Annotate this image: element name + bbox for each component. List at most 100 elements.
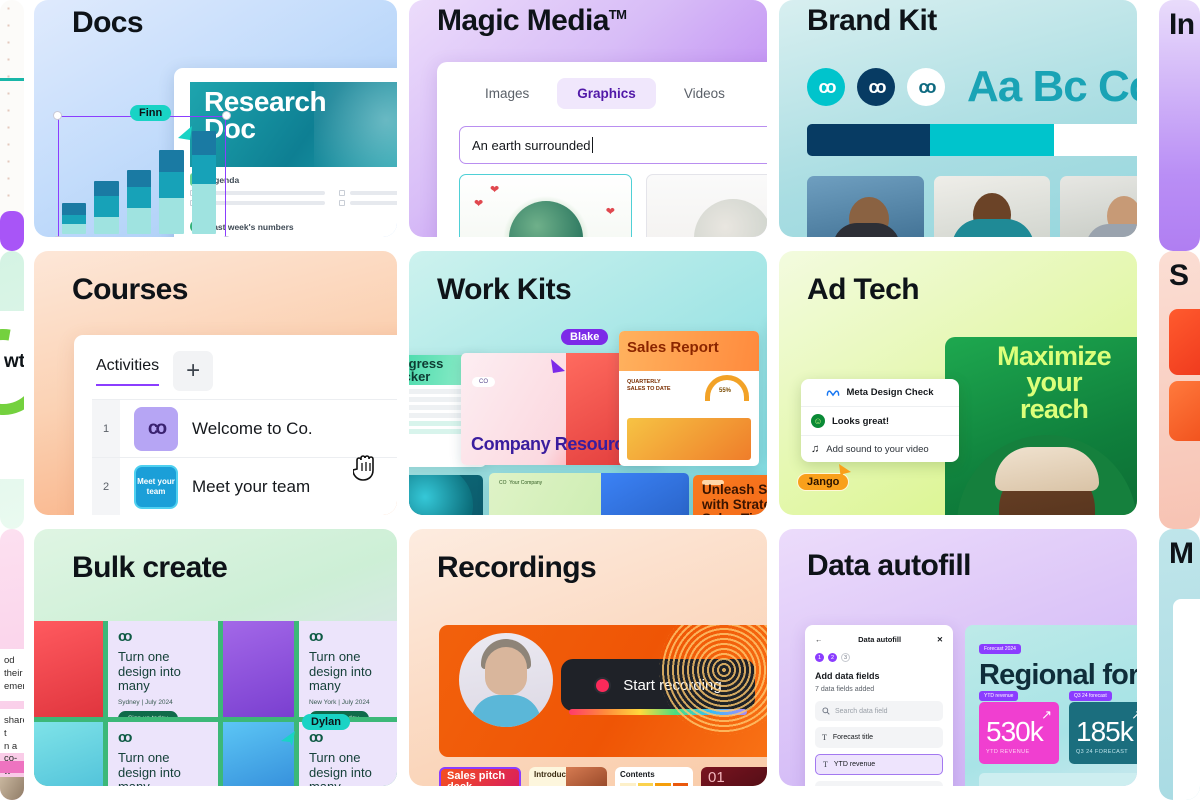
person-torso bbox=[1086, 224, 1137, 237]
back-icon[interactable]: ← bbox=[815, 635, 823, 644]
collaborator-tag-dylan[interactable]: Dylan bbox=[302, 714, 350, 730]
card-bulk-create[interactable]: Bulk create co Turn one design into many… bbox=[34, 529, 397, 786]
meta-design-check-popover[interactable]: Meta Design Check ☺ Looks great! ♫ Add s… bbox=[801, 379, 959, 462]
card-title-courses: Courses bbox=[72, 273, 188, 306]
heart-icon: ❤ bbox=[605, 206, 615, 218]
brand-photo-2[interactable] bbox=[933, 176, 1051, 237]
panel-subtext: 7 data fields added bbox=[815, 686, 875, 693]
sales-sub-2: SALES TO DATE bbox=[627, 386, 671, 393]
card-magic-media[interactable]: Magic MediaTM Images Graphics Videos An … bbox=[409, 0, 767, 237]
magic-media-tabs: Images Graphics Videos bbox=[437, 62, 767, 109]
work-kit-onboarding[interactable]: CO Your Company NEW EMPLOYEE ONBOARDING … bbox=[489, 473, 689, 515]
bulk-text-cell[interactable]: co Turn one design into many Sydney | Ju… bbox=[107, 621, 218, 717]
docs-bar-chart[interactable] bbox=[52, 111, 231, 237]
card-docs[interactable]: Docs Research Doc Agenda Last week's num… bbox=[34, 0, 397, 237]
pink-doc-line-1: od their bbox=[4, 655, 23, 679]
card-brand-kit[interactable]: Brand Kit co co co Aa Bc Cc bbox=[779, 0, 1137, 237]
person-torso bbox=[952, 218, 1034, 237]
ad-creative-preview[interactable]: Maximize your reach bbox=[945, 337, 1137, 515]
recording-thumb-1-label: Sales pitch deck bbox=[447, 770, 506, 787]
brand-photo-3[interactable] bbox=[1060, 176, 1137, 237]
collaborator-tag-finn[interactable]: Finn bbox=[130, 105, 172, 121]
data-field-forecast-title[interactable]: T Forecast title bbox=[815, 727, 943, 748]
social-post-2[interactable] bbox=[1169, 381, 1200, 441]
tab-activities[interactable]: Activities bbox=[96, 357, 160, 386]
step-2[interactable]: 2 bbox=[828, 653, 837, 662]
work-kit-unleash[interactable]: Unleash Success with Strategic Sales Tip… bbox=[693, 475, 767, 515]
recording-thumb-2[interactable]: Introduction bbox=[529, 767, 607, 786]
search-icon bbox=[822, 707, 830, 715]
card-title-magic-media: Magic MediaTM bbox=[437, 4, 627, 38]
step-1[interactable]: 1 bbox=[815, 653, 824, 662]
magic-media-title-text: Magic Media bbox=[437, 4, 609, 37]
stat-ytd-revenue[interactable]: YTD revenue ↗ 530k YTD REVENUE bbox=[979, 691, 1059, 764]
grab-hand-cursor-icon bbox=[353, 455, 374, 481]
swatch-cyan[interactable] bbox=[930, 124, 1054, 156]
card-ad-tech[interactable]: Ad Tech Maximize your reach Meta Design … bbox=[779, 251, 1137, 515]
company-resources-text: Company Resources bbox=[471, 433, 644, 454]
bulk-photo-cell[interactable] bbox=[34, 722, 103, 786]
edge-card-growth[interactable]: wth bbox=[0, 251, 24, 529]
edge-card-pink-doc[interactable]: od their ement shares t n a co-w bbox=[0, 529, 24, 800]
edge-card-mockups[interactable]: M bbox=[1159, 529, 1200, 800]
swatch-navy[interactable] bbox=[807, 124, 931, 156]
edge-card-whiteboard[interactable] bbox=[0, 0, 24, 251]
bulk-photo-cell[interactable] bbox=[223, 621, 294, 717]
selection-box[interactable] bbox=[58, 116, 226, 237]
popover-item-add-sound[interactable]: ♫ Add sound to your video bbox=[801, 435, 959, 462]
recording-thumb-3[interactable]: Contents bbox=[615, 767, 693, 786]
card-recordings[interactable]: Recordings Start recording Sales pitch d… bbox=[409, 529, 767, 786]
generated-image-2[interactable] bbox=[646, 174, 767, 237]
prompt-input-value: An earth surrounded bbox=[472, 137, 591, 153]
selection-handle-tr[interactable] bbox=[222, 111, 231, 120]
stat-q3-forecast[interactable]: Q3 24 forecast ↗ 185k Q3 24 FORECAST bbox=[1069, 691, 1137, 764]
tab-videos[interactable]: Videos bbox=[664, 78, 745, 109]
search-data-field-input[interactable]: Search data field bbox=[815, 701, 943, 721]
bulk-photo-cell[interactable] bbox=[34, 621, 103, 717]
data-field-image[interactable]: ▣ Image bbox=[815, 781, 943, 786]
popover-header: Meta Design Check bbox=[801, 379, 959, 406]
search-placeholder: Search data field bbox=[835, 707, 888, 715]
bulk-cta-button[interactable]: Sign up today bbox=[117, 710, 178, 717]
card-work-kits[interactable]: Work Kits Progress tracker CO Compa bbox=[409, 251, 767, 515]
work-kit-teal-cover[interactable] bbox=[409, 475, 483, 515]
avatar-head bbox=[485, 647, 527, 695]
bulk-logo: co bbox=[308, 729, 324, 746]
course-list-item[interactable]: 2 Meet your team Meet your team bbox=[92, 457, 397, 515]
selection-handle-tl[interactable] bbox=[53, 111, 62, 120]
checkbox-icon[interactable] bbox=[339, 200, 345, 206]
step-3[interactable]: 3 bbox=[841, 653, 850, 662]
social-post-1[interactable] bbox=[1169, 309, 1200, 375]
data-field-ytd-revenue[interactable]: T YTD revenue bbox=[815, 754, 943, 775]
card-data-autofill[interactable]: Data autofill ← Data autofill ✕ 1 2 3 Ad… bbox=[779, 529, 1137, 786]
growth-word: wth bbox=[4, 351, 24, 372]
edge-card-social[interactable]: S bbox=[1159, 251, 1200, 529]
brand-color-swatches[interactable] bbox=[807, 124, 1137, 156]
pink-doc-text-1: od their ement bbox=[0, 649, 24, 701]
close-icon[interactable]: ✕ bbox=[937, 635, 943, 644]
generated-image-1[interactable]: ❤ ❤ ❤ bbox=[459, 174, 632, 237]
bulk-text-cell[interactable]: co Turn one design into many New York | … bbox=[298, 621, 397, 717]
bulk-text-cell[interactable]: co Turn one design into many bbox=[107, 722, 218, 786]
bulk-headline: Turn one design into many bbox=[117, 750, 181, 786]
collaborator-tag-blake[interactable]: Blake bbox=[561, 329, 609, 345]
popover-item-looks-great[interactable]: ☺ Looks great! bbox=[801, 406, 959, 435]
panel-title: Data autofill bbox=[858, 635, 902, 644]
checkbox-icon[interactable] bbox=[339, 190, 345, 196]
edge-card-insights[interactable]: In bbox=[1159, 0, 1200, 251]
card-courses[interactable]: Courses Activities + 1 co Welcome to Co.… bbox=[34, 251, 397, 515]
stat-label: YTD REVENUE bbox=[986, 749, 1030, 755]
recording-thumb-1[interactable]: Sales pitch deck bbox=[439, 767, 521, 786]
bulk-text-cell[interactable]: co Turn one design into many bbox=[298, 722, 397, 786]
prompt-input[interactable]: An earth surrounded bbox=[459, 126, 767, 164]
data-autofill-preview[interactable]: Forecast 2024 Regional forecast YTD reve… bbox=[965, 625, 1137, 786]
course-list-item[interactable]: 1 co Welcome to Co. bbox=[92, 399, 397, 457]
swatch-white[interactable] bbox=[1053, 124, 1137, 156]
tab-graphics[interactable]: Graphics bbox=[557, 78, 656, 109]
add-activity-button[interactable]: + bbox=[173, 351, 214, 391]
recording-thumb-4[interactable]: 01 bbox=[701, 767, 767, 786]
brand-photo-1[interactable] bbox=[807, 176, 924, 237]
tab-images[interactable]: Images bbox=[465, 78, 549, 109]
work-kit-sales-report[interactable]: Sales Report QUARTERLY SALES TO DATE 55% bbox=[619, 331, 759, 466]
start-recording-button[interactable]: Start recording bbox=[561, 659, 755, 715]
